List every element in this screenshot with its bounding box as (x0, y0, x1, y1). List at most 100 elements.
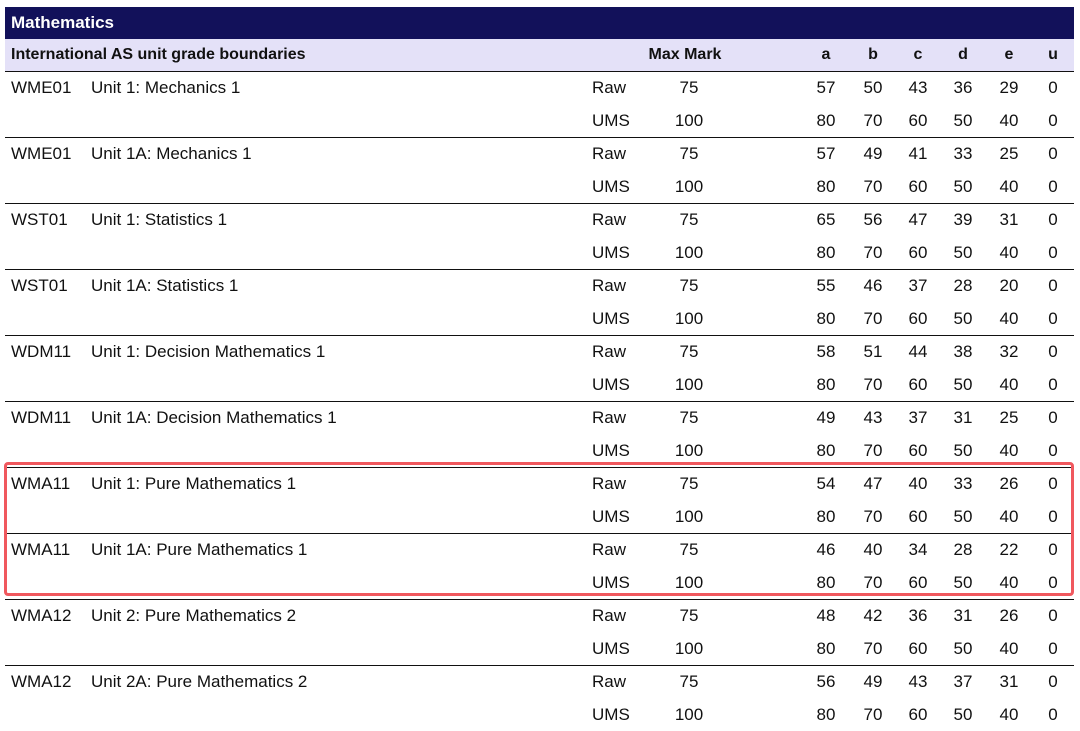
grade-d-value: 33 (953, 474, 973, 493)
grade-d-value: 33 (953, 144, 973, 163)
mark-type: UMS (592, 507, 630, 526)
grade-u-value: 0 (1048, 606, 1058, 625)
unit-name: Unit 1A: Statistics 1 (91, 276, 239, 295)
ums-row: UMS 100 80 70 60 50 40 0 (5, 303, 1074, 335)
mark-type: Raw (592, 474, 627, 493)
grade-b-value: 70 (863, 243, 883, 262)
unit-row: WMA11 Unit 1: Pure Mathematics 1 Raw 75 54 47… (5, 468, 1074, 534)
grade-b-value: 43 (863, 408, 883, 427)
grade-e-value: 25 (999, 144, 1019, 163)
unit-code: WDM11 (11, 342, 72, 361)
grade-b-value: 70 (863, 573, 883, 592)
grade-b-value: 70 (863, 705, 883, 724)
grade-d-value: 50 (953, 309, 973, 328)
grade-u-value: 0 (1048, 474, 1058, 493)
header-grade-e: e (1004, 46, 1014, 63)
grade-d-value: 50 (953, 639, 973, 658)
grade-d-value: 31 (953, 408, 973, 427)
grade-u-value: 0 (1048, 507, 1058, 526)
max-mark: 100 (674, 111, 704, 130)
header-grade-d: d (958, 46, 968, 63)
raw-row: WME01 Unit 1A: Mechanics 1 Raw 75 57 49 41 33 25… (5, 138, 1074, 170)
header-grade-a: a (821, 46, 831, 63)
grade-c-value: 60 (908, 441, 928, 460)
grade-a-value: 80 (816, 177, 836, 196)
unit-row: WME01 Unit 1: Mechanics 1 Raw 75 57 50 43 36 29 0… (5, 72, 1074, 138)
header-grade-b: b (868, 46, 878, 63)
grade-c-value: 40 (908, 474, 928, 493)
max-mark: 75 (679, 276, 699, 295)
grade-u-value: 0 (1048, 573, 1058, 592)
raw-row: WST01 Unit 1: Statistics 1 Raw 75 65 56 47 39 31… (5, 204, 1074, 236)
unit-row: WDM11 Unit 1A: Decision Mathematics 1 Raw 7… (5, 402, 1074, 468)
grade-d-value: 50 (953, 243, 973, 262)
grade-a-value: 57 (816, 144, 836, 163)
grade-d-value: 50 (953, 441, 973, 460)
unit-code: WST01 (11, 210, 68, 229)
grade-b-value: 70 (863, 507, 883, 526)
grade-c-value: 60 (908, 111, 928, 130)
grade-u-value: 0 (1048, 672, 1058, 691)
grade-b-value: 51 (863, 342, 883, 361)
grade-a-value: 80 (816, 111, 836, 130)
grade-e-value: 26 (999, 474, 1019, 493)
grade-b-value: 70 (863, 177, 883, 196)
grade-u-value: 0 (1048, 78, 1058, 97)
unit-code: WMA11 (11, 540, 71, 559)
ums-row: UMS 100 80 70 60 50 40 0 (5, 171, 1074, 203)
unit-code: WDM11 (11, 408, 72, 427)
unit-row: WST01 Unit 1: Statistics 1 Raw 75 65 56 47 39 31… (5, 204, 1074, 270)
grade-c-value: 60 (908, 375, 928, 394)
grade-d-value: 36 (953, 78, 973, 97)
grade-a-value: 80 (816, 441, 836, 460)
grade-b-value: 49 (863, 144, 883, 163)
grade-d-value: 50 (953, 705, 973, 724)
max-mark: 75 (679, 210, 699, 229)
unit-code: WST01 (11, 276, 68, 295)
max-mark: 75 (679, 78, 699, 97)
grade-d-value: 38 (953, 342, 973, 361)
grade-d-value: 31 (953, 606, 973, 625)
mark-type: UMS (592, 309, 630, 328)
grade-u-value: 0 (1048, 540, 1058, 559)
grade-c-value: 60 (908, 705, 928, 724)
raw-row: WMA11 Unit 1A: Pure Mathematics 1 Raw 75 46 4… (5, 534, 1074, 566)
mark-type: UMS (592, 573, 630, 592)
grade-u-value: 0 (1048, 144, 1058, 163)
grade-u-value: 0 (1048, 342, 1058, 361)
unit-name: Unit 2A: Pure Mathematics 2 (91, 672, 308, 691)
header-label: International AS unit grade boundaries (11, 46, 306, 63)
raw-row: WMA12 Unit 2A: Pure Mathematics 2 Raw 75 56 4… (5, 666, 1074, 698)
max-mark: 75 (679, 144, 699, 163)
mark-type: Raw (592, 408, 627, 427)
ums-row: UMS 100 80 70 60 50 40 0 (5, 699, 1074, 731)
raw-row: WMA11 Unit 1: Pure Mathematics 1 Raw 75 54 47… (5, 468, 1074, 500)
grade-c-value: 60 (908, 177, 928, 196)
grade-b-value: 49 (863, 672, 883, 691)
unit-row: WST01 Unit 1A: Statistics 1 Raw 75 55 46 37 28 2… (5, 270, 1074, 336)
mark-type: Raw (592, 78, 627, 97)
mark-type: Raw (592, 144, 627, 163)
grade-a-value: 58 (816, 342, 836, 361)
unit-code: WME01 (11, 78, 72, 97)
grade-a-value: 80 (816, 243, 836, 262)
unit-name: Unit 1A: Pure Mathematics 1 (91, 540, 308, 559)
grade-d-value: 28 (953, 276, 973, 295)
unit-row: WMA12 Unit 2A: Pure Mathematics 2 Raw 75 56 4… (5, 666, 1074, 731)
unit-name: Unit 1: Pure Mathematics 1 (91, 474, 297, 493)
raw-row: WME01 Unit 1: Mechanics 1 Raw 75 57 50 43 36 29 0 (5, 72, 1074, 104)
grade-e-value: 31 (999, 210, 1019, 229)
grade-a-value: 80 (816, 507, 836, 526)
max-mark: 100 (674, 177, 704, 196)
max-mark: 75 (679, 540, 699, 559)
unit-code: WMA12 (11, 672, 72, 691)
max-mark: 100 (674, 705, 704, 724)
grade-a-value: 65 (816, 210, 836, 229)
grade-u-value: 0 (1048, 705, 1058, 724)
grade-e-value: 26 (999, 606, 1019, 625)
unit-row: WDM11 Unit 1: Decision Mathematics 1 Raw 75… (5, 336, 1074, 402)
grade-a-value: 54 (816, 474, 836, 493)
grade-d-value: 28 (953, 540, 973, 559)
ums-row: UMS 100 80 70 60 50 40 0 (5, 501, 1074, 533)
grade-b-value: 70 (863, 639, 883, 658)
